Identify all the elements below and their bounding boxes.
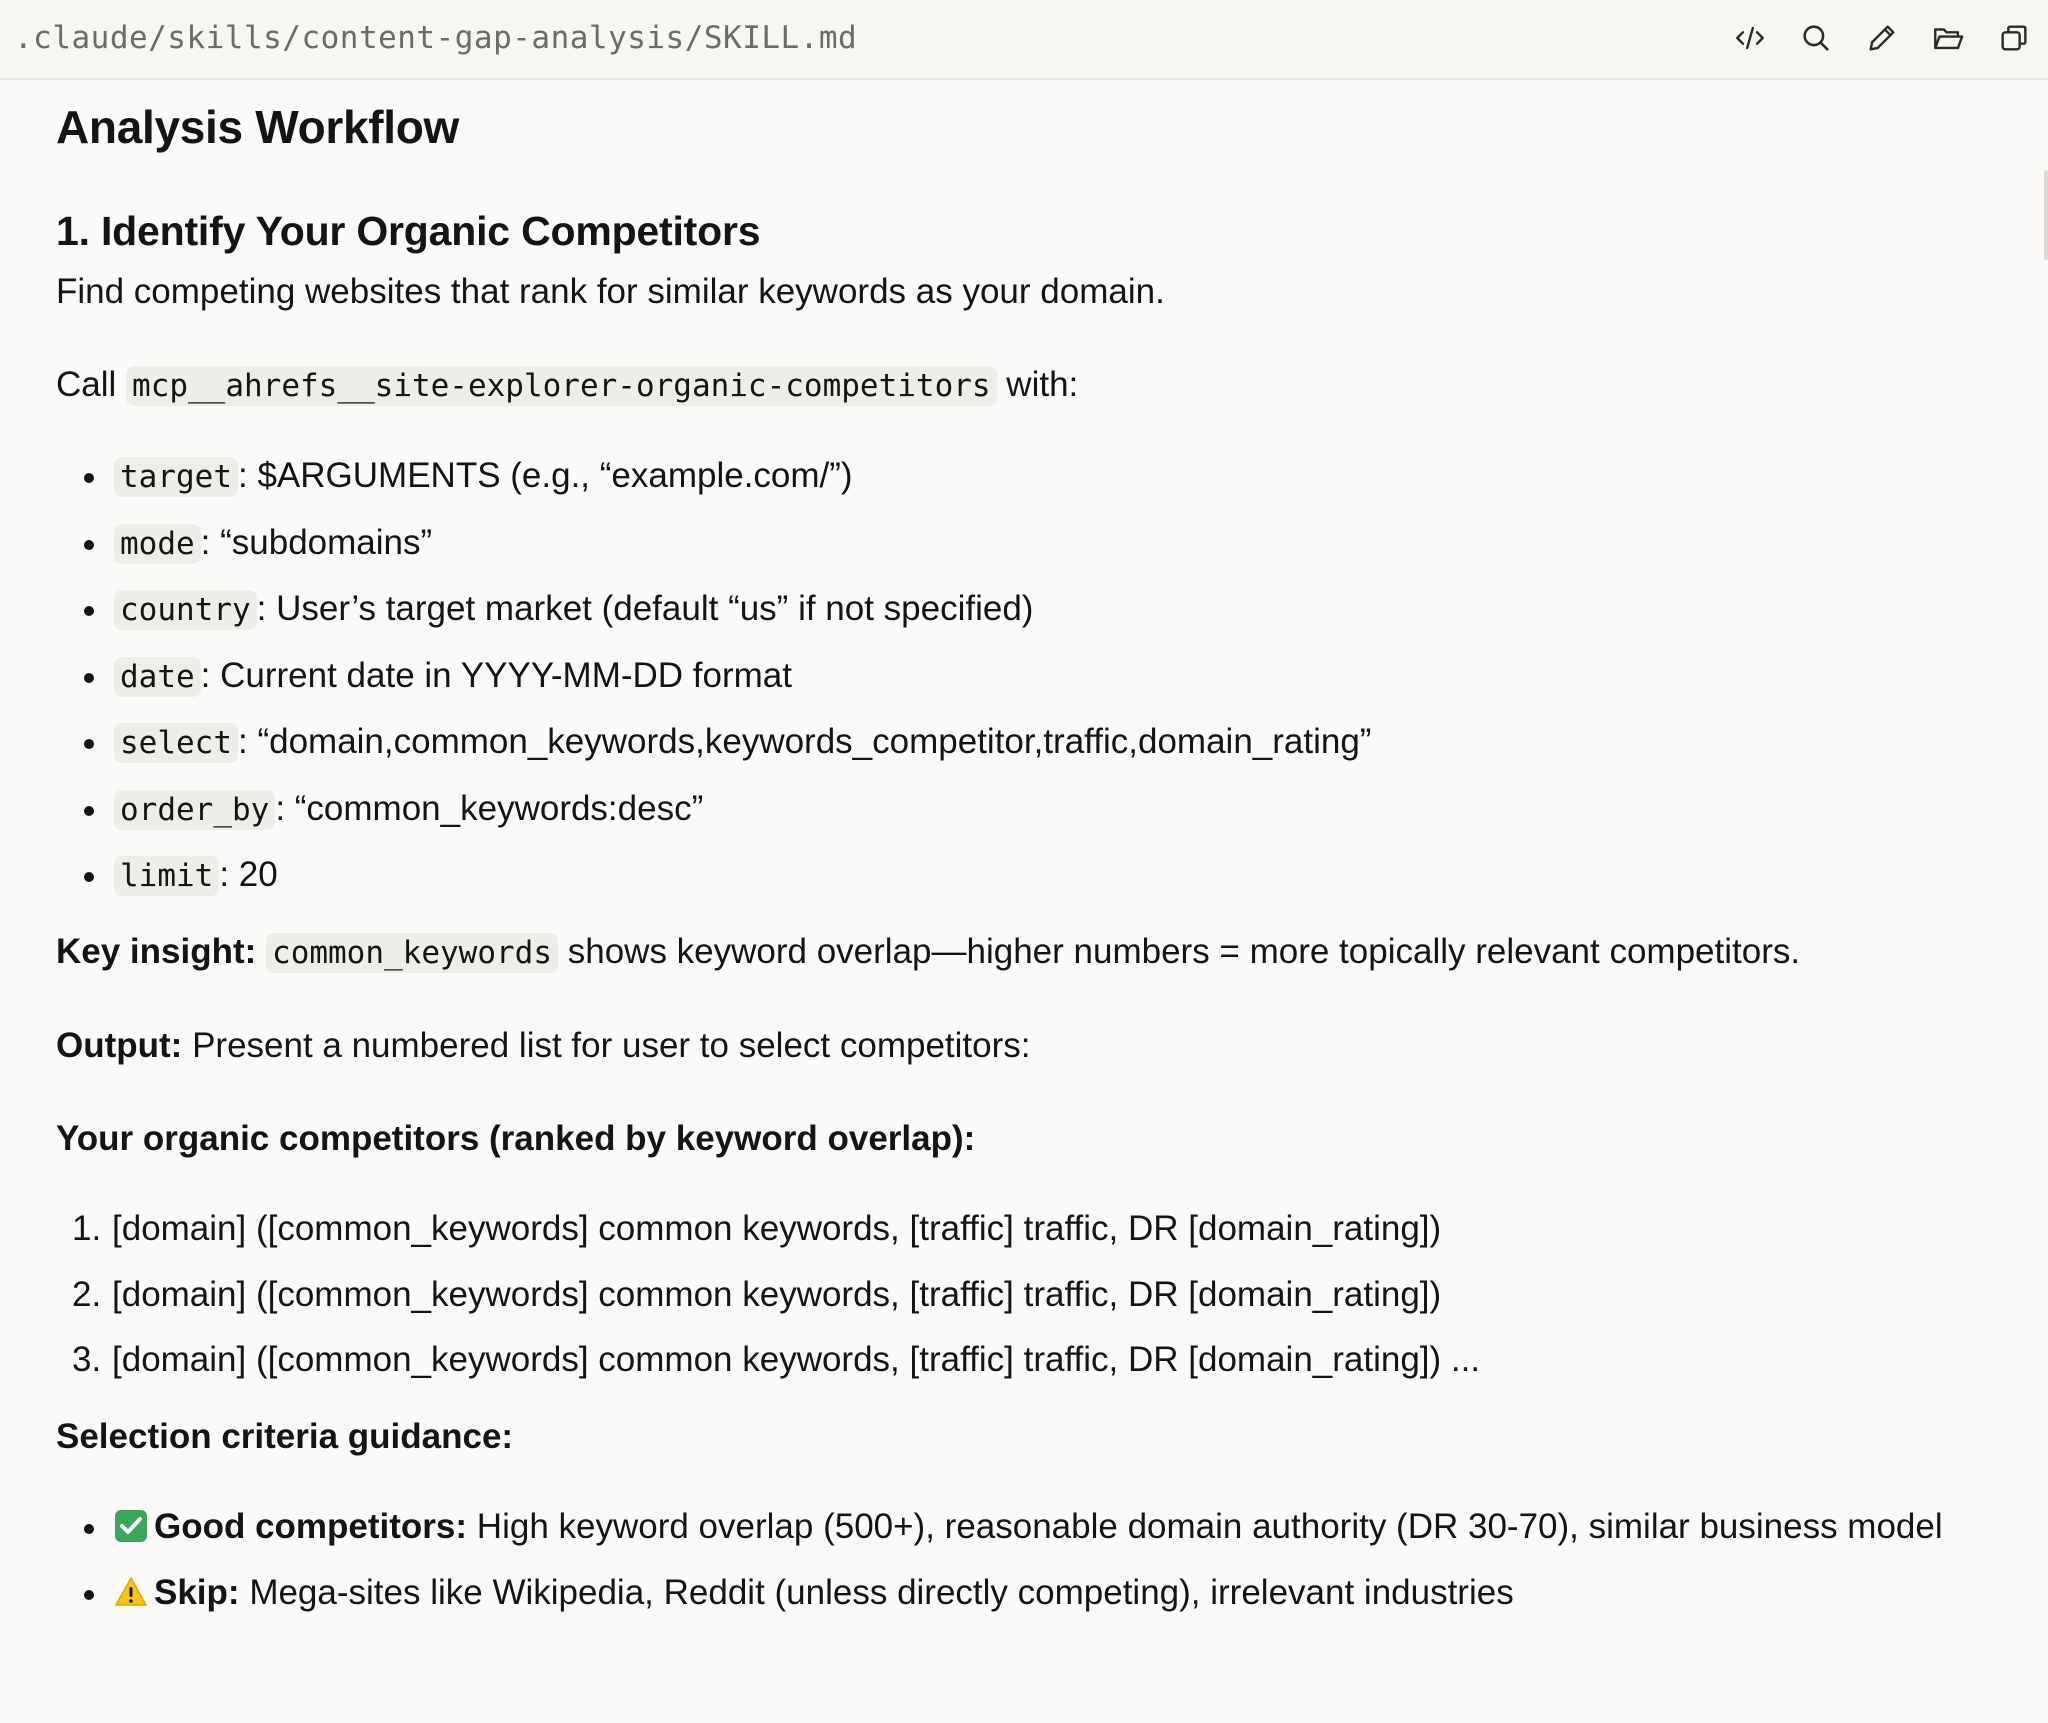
output-label: Output: xyxy=(56,1026,183,1065)
criteria-text: High keyword overlap (500+), reasonable … xyxy=(476,1507,1943,1546)
file-path: .claude/skills/content-gap-analysis/SKIL… xyxy=(14,20,858,56)
list-number: 2. xyxy=(72,1274,102,1314)
output-instruction: Output: Present a numbered list for user… xyxy=(56,1021,2006,1071)
param-key: mode xyxy=(114,523,201,564)
param-value: “common_keywords:desc” xyxy=(294,788,704,828)
list-item: target: $ARGUMENTS (e.g., “example.com/”… xyxy=(80,451,2006,502)
call-suffix: with: xyxy=(1006,365,1079,404)
criteria-list: Good competitors: High keyword overlap (… xyxy=(80,1502,2006,1618)
list-item: mode: “subdomains” xyxy=(80,518,2006,569)
criteria-text: Mega-sites like Wikipedia, Reddit (unles… xyxy=(249,1572,1514,1612)
param-key: country xyxy=(114,590,257,630)
competitor-list: 1. [domain] ([common_keywords] common key… xyxy=(72,1204,2006,1385)
ranked-heading: Your organic competitors (ranked by keyw… xyxy=(56,1119,976,1158)
list-item: select: “domain,common_keywords,keywords… xyxy=(80,717,2006,768)
key-insight: Key insight: common_keywords shows keywo… xyxy=(56,927,2006,978)
criteria-label: Skip: xyxy=(154,1572,240,1612)
search-icon[interactable] xyxy=(1794,16,1838,60)
competitor-text: [domain] ([common_keywords] common keywo… xyxy=(112,1340,1481,1379)
param-key: select xyxy=(114,723,238,763)
insight-text: shows keyword overlap—higher numbers = m… xyxy=(567,932,1801,971)
competitor-text: [domain] ([common_keywords] common keywo… xyxy=(112,1209,1442,1248)
list-item: order_by: “common_keywords:desc” xyxy=(80,784,2006,835)
top-bar: .claude/skills/content-gap-analysis/SKIL… xyxy=(0,0,2048,80)
param-sep: : xyxy=(219,855,230,894)
parameter-list: target: $ARGUMENTS (e.g., “example.com/”… xyxy=(80,451,2006,901)
markdown-content: Analysis Workflow 1. Identify Your Organ… xyxy=(56,80,2006,1633)
param-value: $ARGUMENTS (e.g., “example.com/”) xyxy=(257,456,853,495)
call-prefix: Call xyxy=(56,365,117,404)
list-item: Good competitors: High keyword overlap (… xyxy=(80,1502,1980,1552)
param-sep: : xyxy=(256,589,267,628)
check-mark-icon xyxy=(114,1507,148,1542)
list-item: limit: 20 xyxy=(80,850,2006,901)
section-heading: 1. Identify Your Organic Competitors xyxy=(56,208,761,254)
criteria-heading: Selection criteria guidance: xyxy=(56,1417,514,1456)
output-text: Present a numbered list for user to sele… xyxy=(192,1026,1031,1065)
list-item: date: Current date in YYYY-MM-DD format xyxy=(80,651,2006,702)
list-item: country: User’s target market (default “… xyxy=(80,584,2006,635)
code-view-icon[interactable] xyxy=(1728,16,1772,60)
list-number: 1. xyxy=(72,1209,102,1248)
list-item: Skip: Mega-sites like Wikipedia, Reddit … xyxy=(80,1568,1980,1618)
list-number: 3. xyxy=(72,1340,102,1379)
param-sep: : xyxy=(200,655,211,695)
param-value: 20 xyxy=(238,855,278,894)
param-value: Current date in YYYY-MM-DD format xyxy=(220,655,792,695)
param-key: date xyxy=(114,656,201,697)
param-key: limit xyxy=(114,856,220,896)
param-sep: : xyxy=(200,522,211,562)
toolbar xyxy=(1728,16,2036,60)
list-item: 2. [domain] ([common_keywords] common key… xyxy=(72,1270,2006,1320)
param-sep: : xyxy=(237,456,248,495)
scrollbar[interactable] xyxy=(2044,170,2048,260)
call-instruction: Call mcp__ahrefs__site-explorer-organic-… xyxy=(56,360,2006,411)
warning-icon xyxy=(114,1573,148,1607)
edit-pencil-icon[interactable] xyxy=(1860,16,1904,60)
function-name-code: mcp__ahrefs__site-explorer-organic-compe… xyxy=(126,366,997,406)
criteria-label: Good competitors: xyxy=(154,1507,468,1546)
param-key: target xyxy=(114,457,238,497)
list-item: 1. [domain] ([common_keywords] common key… xyxy=(72,1204,2006,1254)
insight-label: Key insight: xyxy=(56,932,257,971)
list-item: 3. [domain] ([common_keywords] common key… xyxy=(72,1335,2006,1385)
param-sep: : xyxy=(237,722,248,761)
insight-code: common_keywords xyxy=(266,933,558,973)
copy-icon[interactable] xyxy=(1992,16,2036,60)
competitor-text: [domain] ([common_keywords] common keywo… xyxy=(112,1274,1442,1314)
page-title: Analysis Workflow xyxy=(56,101,460,153)
param-value: “subdomains” xyxy=(220,522,433,562)
param-value: “domain,common_keywords,keywords_competi… xyxy=(257,722,1372,761)
param-value: User’s target market (default “us” if no… xyxy=(276,589,1034,628)
param-key: order_by xyxy=(114,789,276,830)
open-folder-icon[interactable] xyxy=(1926,16,1970,60)
param-sep: : xyxy=(275,788,286,828)
section-description: Find competing websites that rank for si… xyxy=(56,272,1165,311)
